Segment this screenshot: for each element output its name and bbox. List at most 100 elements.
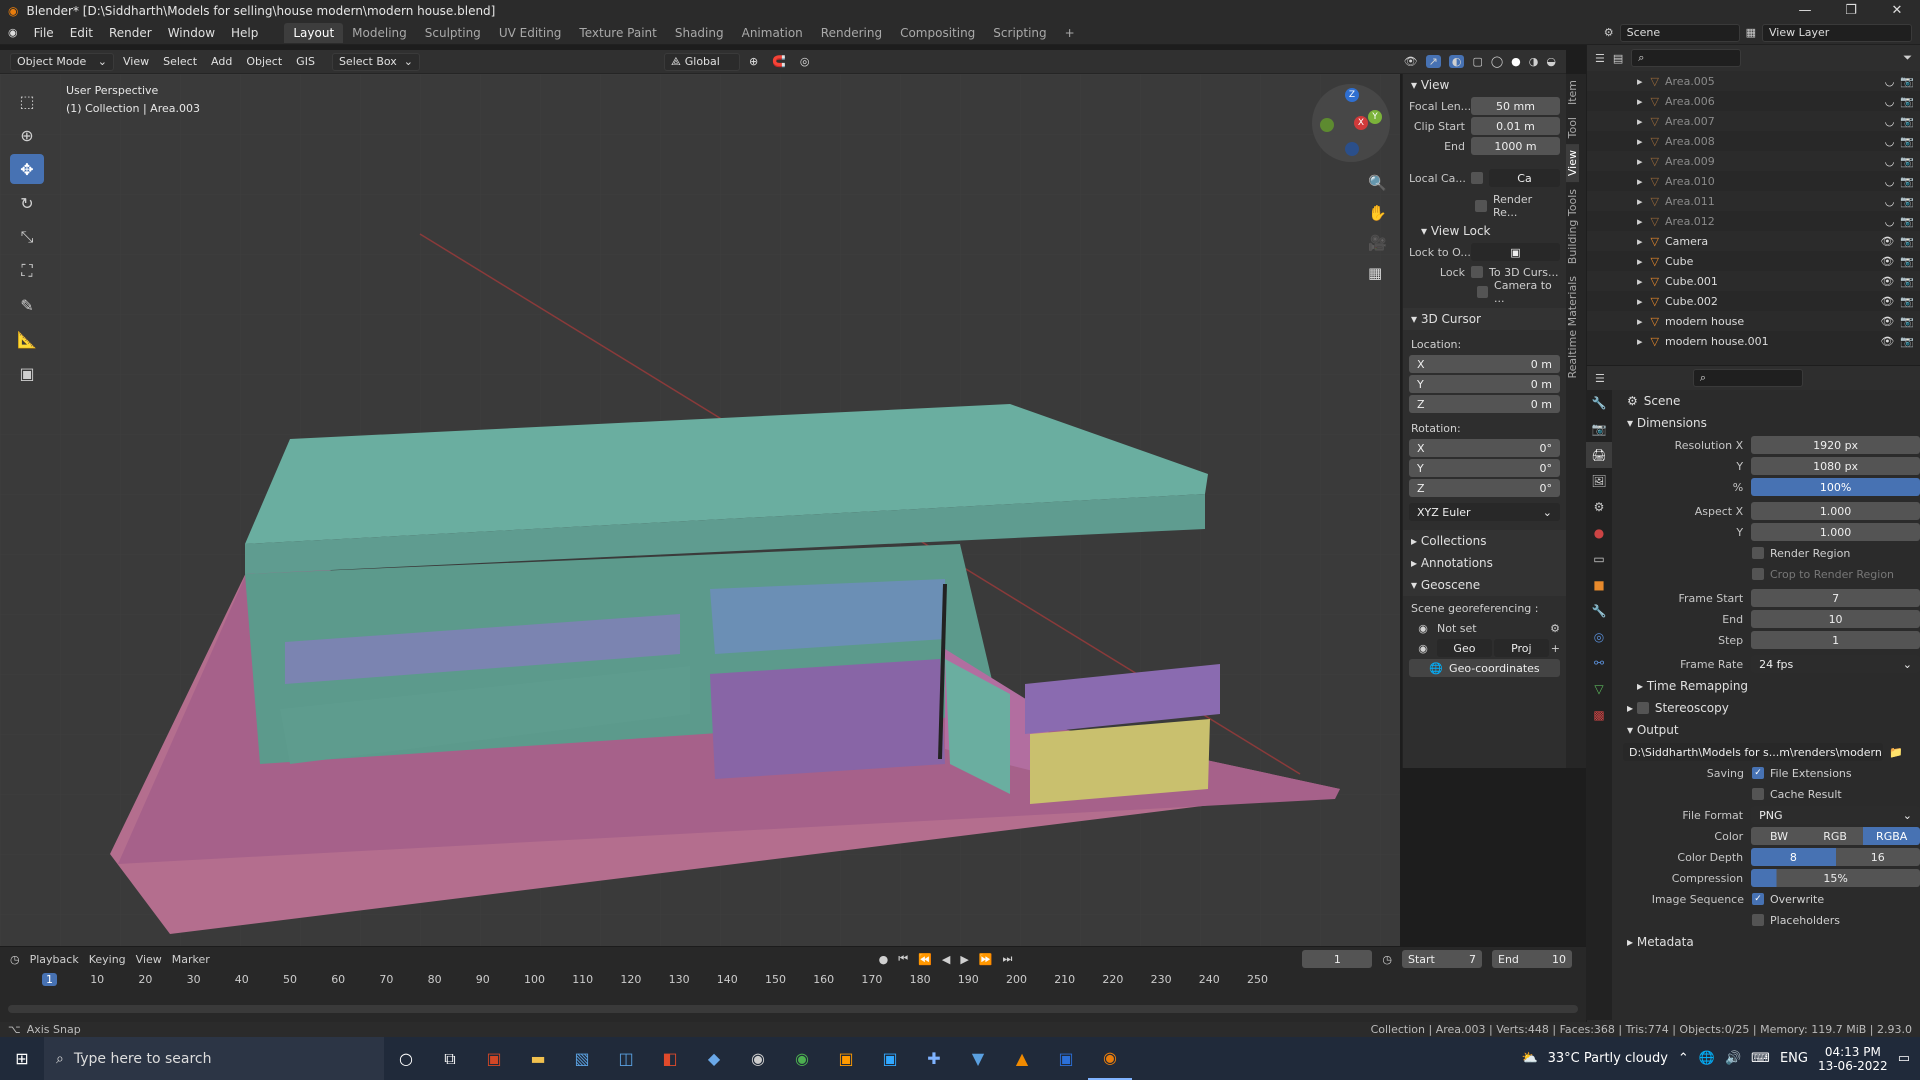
proportional-edit-icon[interactable]: ◎: [795, 55, 815, 68]
eye-icon[interactable]: 👁: [1880, 275, 1894, 288]
outliner-item[interactable]: ▸ ▽ Cube.002 👁 📷: [1587, 291, 1920, 311]
keyboard-icon[interactable]: ⌨: [1751, 1051, 1770, 1066]
zoom-icon[interactable]: 🔍: [1368, 174, 1387, 192]
annotations-header[interactable]: ▸ Annotations: [1403, 552, 1566, 574]
rotate-tool-icon[interactable]: ↻: [10, 188, 44, 218]
scene-tab-icon[interactable]: ⚙: [1586, 494, 1612, 520]
depth-8-button[interactable]: 8: [1751, 848, 1836, 866]
app-icon-3[interactable]: ✚: [912, 1037, 956, 1080]
pan-hand-icon[interactable]: ✋: [1368, 204, 1387, 222]
color-rgba-button[interactable]: RGBA: [1863, 827, 1920, 845]
render-camera-icon[interactable]: 📷: [1900, 315, 1914, 328]
store-icon[interactable]: ◫: [604, 1037, 648, 1080]
expand-arrow-icon[interactable]: ▸: [1637, 235, 1643, 248]
expand-arrow-icon[interactable]: ▸: [1637, 75, 1643, 88]
color-rgb-button[interactable]: RGB: [1806, 827, 1864, 845]
outliner-item[interactable]: ▸ ▽ Area.008 ◡ 📷: [1587, 131, 1920, 151]
view-layer-tab-icon[interactable]: 🖼: [1586, 468, 1612, 494]
prev-key-icon[interactable]: ⏪: [918, 953, 932, 966]
eye-icon[interactable]: ◡: [1885, 215, 1895, 228]
tab-texture-paint[interactable]: Texture Paint: [570, 23, 665, 43]
scene-field[interactable]: Scene: [1619, 23, 1740, 42]
eye-icon[interactable]: ◡: [1885, 195, 1895, 208]
tab-scripting[interactable]: Scripting: [984, 23, 1055, 43]
placeholders-checkbox[interactable]: [1752, 914, 1764, 926]
tab-view[interactable]: View: [1566, 144, 1579, 183]
camera-view-icon[interactable]: 🎥: [1368, 234, 1387, 252]
focal-length-field[interactable]: 50 mm: [1471, 97, 1560, 115]
resolution-y-field[interactable]: 1080 px: [1751, 457, 1920, 475]
select-box-tool-icon[interactable]: ⬚: [10, 86, 44, 116]
geo-button[interactable]: Geo: [1437, 639, 1492, 657]
collections-header[interactable]: ▸ Collections: [1403, 530, 1566, 552]
render-camera-icon[interactable]: 📷: [1900, 195, 1914, 208]
filter-icon[interactable]: ⏷: [1903, 51, 1920, 65]
close-button[interactable]: ✕: [1874, 3, 1920, 18]
rot-z-field[interactable]: Z 0°: [1409, 479, 1560, 497]
cursor-tool-icon[interactable]: ⊕: [10, 120, 44, 150]
cortana-icon[interactable]: ○: [384, 1037, 428, 1080]
expand-arrow-icon[interactable]: ▸: [1637, 315, 1643, 328]
settings-gear-icon[interactable]: ⚙: [1550, 622, 1560, 635]
app-icon-2[interactable]: ◉: [736, 1037, 780, 1080]
render-camera-icon[interactable]: 📷: [1900, 115, 1914, 128]
add-icon[interactable]: +: [1551, 642, 1560, 655]
rotation-mode-dropdown[interactable]: XYZ Euler ⌄: [1409, 503, 1560, 521]
metadata-header[interactable]: ▸ Metadata: [1617, 931, 1920, 953]
office-icon[interactable]: ◧: [648, 1037, 692, 1080]
tab-uv-editing[interactable]: UV Editing: [490, 23, 571, 43]
tray-chevron-icon[interactable]: ⌃: [1678, 1051, 1689, 1066]
next-key-icon[interactable]: ⏩: [979, 953, 993, 966]
add-menu[interactable]: Add: [206, 55, 237, 68]
tab-building-tools[interactable]: Building Tools: [1566, 183, 1579, 270]
compression-slider[interactable]: 15%: [1751, 869, 1920, 887]
radio-icon[interactable]: ◉: [1409, 622, 1437, 635]
radio-icon-2[interactable]: ◉: [1409, 642, 1437, 655]
render-camera-icon[interactable]: 📷: [1900, 155, 1914, 168]
dimensions-header[interactable]: ▾ Dimensions: [1617, 412, 1920, 434]
expand-arrow-icon[interactable]: ▸: [1637, 335, 1643, 348]
gis-menu[interactable]: GIS: [291, 55, 320, 68]
frame-rate-dropdown[interactable]: 24 fps ⌄: [1751, 655, 1920, 673]
tab-realtime-materials[interactable]: Realtime Materials: [1566, 270, 1579, 384]
output-path-field[interactable]: D:\Siddharth\Models for s...m\renders\mo…: [1623, 743, 1883, 761]
pivot-icon[interactable]: ⊕: [744, 55, 763, 68]
render-camera-icon[interactable]: 📷: [1900, 175, 1914, 188]
taskbar-search[interactable]: ⌕ Type here to search: [44, 1037, 384, 1080]
x-axis-icon[interactable]: X: [1354, 116, 1368, 130]
tool-tab-icon[interactable]: 🔧: [1586, 390, 1612, 416]
file-format-dropdown[interactable]: PNG ⌄: [1751, 806, 1920, 824]
color-bw-button[interactable]: BW: [1751, 827, 1807, 845]
expand-arrow-icon[interactable]: ▸: [1637, 135, 1643, 148]
frame-start-field[interactable]: 7: [1751, 589, 1920, 607]
expand-arrow-icon[interactable]: ▸: [1637, 175, 1643, 188]
object-mode-dropdown[interactable]: Object Mode ⌄: [10, 52, 114, 71]
timeline-view-menu[interactable]: View: [136, 953, 162, 966]
menu-window[interactable]: Window: [160, 26, 223, 40]
expand-arrow-icon[interactable]: ▸: [1637, 275, 1643, 288]
render-region-checkbox[interactable]: [1475, 200, 1487, 212]
photos-icon[interactable]: ▧: [560, 1037, 604, 1080]
aspect-x-field[interactable]: 1.000: [1751, 502, 1920, 520]
file-explorer-icon[interactable]: ▬: [516, 1037, 560, 1080]
menu-edit[interactable]: Edit: [62, 26, 101, 40]
output-tab-icon[interactable]: 🖨: [1586, 442, 1612, 468]
add-workspace-icon[interactable]: +: [1056, 23, 1084, 43]
z-axis-icon[interactable]: Z: [1345, 88, 1359, 102]
lock-to-object-field[interactable]: ▣: [1471, 243, 1560, 261]
windows-start-icon[interactable]: ⊞: [0, 1037, 44, 1080]
scale-tool-icon[interactable]: ⤡: [10, 222, 44, 252]
jump-start-icon[interactable]: ⏮: [898, 952, 908, 966]
ortho-grid-icon[interactable]: ▦: [1368, 264, 1387, 282]
collection-tab-icon[interactable]: ▭: [1586, 546, 1612, 572]
physics-tab-icon[interactable]: ◎: [1586, 624, 1612, 650]
gizmo-icon[interactable]: ↗: [1425, 55, 1441, 68]
solid-shading-icon[interactable]: ●: [1511, 55, 1521, 68]
minimize-button[interactable]: —: [1782, 3, 1828, 18]
render-camera-icon[interactable]: 📷: [1900, 215, 1914, 228]
task-view-icon[interactable]: ⧉: [428, 1037, 472, 1080]
expand-arrow-icon[interactable]: ▸: [1637, 115, 1643, 128]
word-icon[interactable]: ▣: [1044, 1037, 1088, 1080]
notifications-icon[interactable]: ▭: [1898, 1051, 1910, 1066]
tab-shading[interactable]: Shading: [666, 23, 733, 43]
